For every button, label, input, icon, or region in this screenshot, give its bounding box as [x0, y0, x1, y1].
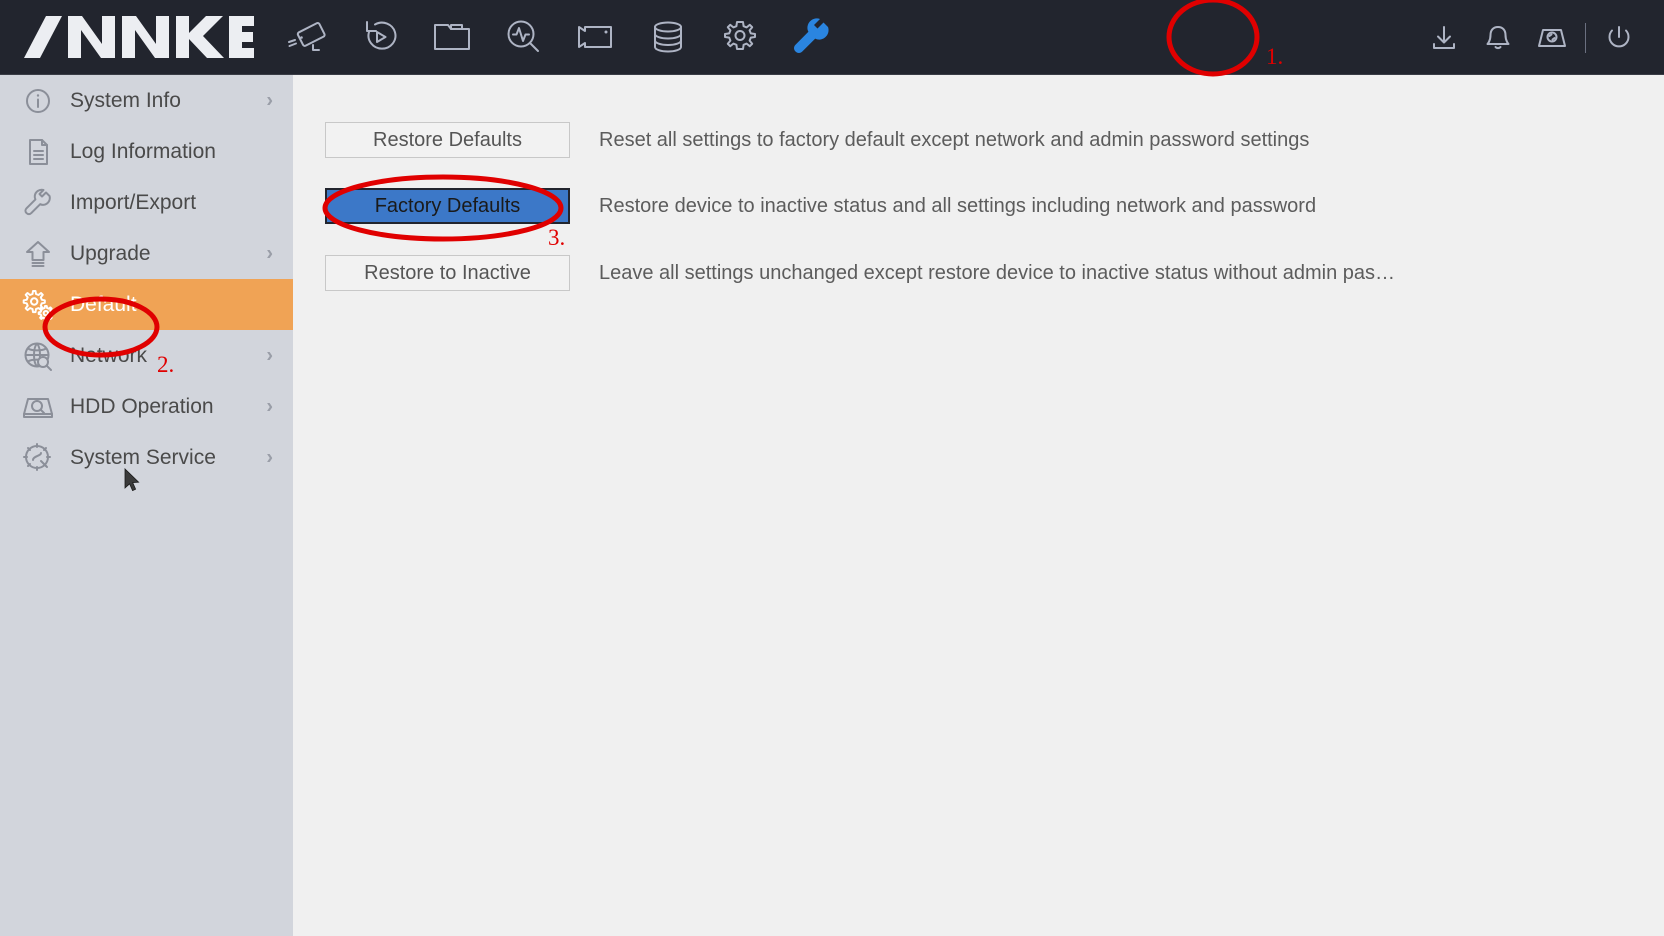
sidebar-item-system-service[interactable]: System Service › — [0, 432, 293, 483]
document-icon — [18, 132, 58, 172]
globe-search-icon — [18, 336, 58, 376]
default-option-row: Restore Defaults Reset all settings to f… — [325, 122, 1309, 158]
nav-playback-icon[interactable] — [344, 0, 416, 75]
header-divider — [1585, 22, 1586, 53]
chevron-right-icon: › — [266, 89, 273, 111]
sidebar-item-upgrade[interactable]: Upgrade › — [0, 228, 293, 279]
default-option-row: Restore to Inactive Leave all settings u… — [325, 255, 1395, 291]
annke-logo — [22, 14, 272, 60]
restore-to-inactive-button[interactable]: Restore to Inactive — [325, 255, 570, 291]
backup-icon[interactable] — [1525, 0, 1579, 75]
sidebar-item-label: System Info — [70, 88, 181, 112]
restore-defaults-description: Reset all settings to factory default ex… — [599, 128, 1310, 151]
power-icon[interactable] — [1592, 0, 1646, 75]
nav-camcorder-icon[interactable] — [560, 0, 632, 75]
restore-to-inactive-description: Leave all settings unchanged except rest… — [599, 261, 1396, 284]
nav-wrench-icon[interactable] — [776, 0, 848, 75]
nav-camera-icon[interactable] — [272, 0, 344, 75]
chevron-right-icon: › — [266, 395, 273, 417]
header-nav-icons — [272, 0, 848, 75]
top-header-bar — [0, 0, 1664, 75]
download-icon[interactable] — [1417, 0, 1471, 75]
chevron-right-icon: › — [266, 344, 273, 366]
default-option-row: Factory Defaults Restore device to inact… — [325, 188, 1316, 224]
main-content-panel: Restore Defaults Reset all settings to f… — [293, 75, 1664, 936]
sidebar-item-system-info[interactable]: System Info › — [0, 75, 293, 126]
header-right-icons — [1417, 0, 1646, 75]
factory-defaults-description: Restore device to inactive status and al… — [599, 194, 1317, 217]
annke-nvr-maintenance-screen: System Info › Log Information Import/Exp… — [0, 0, 1664, 936]
sidebar-item-hdd-operation[interactable]: HDD Operation › — [0, 381, 293, 432]
chevron-right-icon: › — [266, 242, 273, 264]
nav-gear-icon[interactable] — [704, 0, 776, 75]
sidebar-item-label: System Service — [70, 445, 216, 469]
nav-storage-icon[interactable] — [632, 0, 704, 75]
service-gear-icon — [18, 438, 58, 478]
sidebar-item-import-export[interactable]: Import/Export — [0, 177, 293, 228]
factory-defaults-button[interactable]: Factory Defaults — [325, 188, 570, 224]
sidebar-item-label: Import/Export — [70, 190, 197, 214]
sidebar-item-log-information[interactable]: Log Information — [0, 126, 293, 177]
restore-defaults-button[interactable]: Restore Defaults — [325, 122, 570, 158]
nav-smart-search-icon[interactable] — [488, 0, 560, 75]
wrench-icon — [18, 183, 58, 223]
sidebar-item-label: Log Information — [70, 139, 216, 163]
sidebar-item-label: HDD Operation — [70, 394, 214, 418]
gears-icon — [18, 285, 58, 325]
left-sidebar: System Info › Log Information Import/Exp… — [0, 75, 293, 936]
sidebar-item-default[interactable]: Default — [0, 279, 293, 330]
bell-icon[interactable] — [1471, 0, 1525, 75]
sidebar-item-network[interactable]: Network › — [0, 330, 293, 381]
hdd-search-icon — [18, 387, 58, 427]
chevron-right-icon: › — [266, 446, 273, 468]
info-circle-icon — [18, 81, 58, 121]
sidebar-item-label: Network — [70, 343, 148, 367]
upload-arrow-icon — [18, 234, 58, 274]
sidebar-item-label: Default — [70, 292, 137, 316]
sidebar-item-label: Upgrade — [70, 241, 151, 265]
nav-folder-icon[interactable] — [416, 0, 488, 75]
